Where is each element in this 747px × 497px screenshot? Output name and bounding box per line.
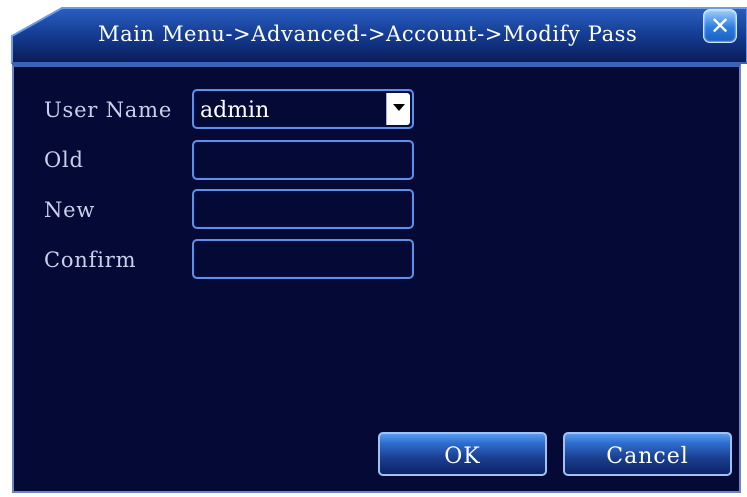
new-password-label: New <box>44 198 96 222</box>
new-password-field[interactable] <box>192 189 414 229</box>
old-password-label: Old <box>44 148 84 172</box>
old-password-field[interactable] <box>192 140 414 180</box>
confirm-password-label: Confirm <box>44 248 137 272</box>
confirm-password-field[interactable] <box>192 239 414 279</box>
user-name-label: User Name <box>44 98 173 122</box>
modify-password-dialog: Main Menu->Advanced->Account->Modify Pas… <box>0 0 747 497</box>
close-icon[interactable]: ✕ <box>703 9 737 43</box>
user-name-value: admin <box>200 98 270 123</box>
ok-button[interactable]: OK <box>378 432 547 476</box>
cancel-button[interactable]: Cancel <box>563 432 732 476</box>
chevron-down-icon[interactable] <box>386 93 410 125</box>
user-name-select[interactable]: admin <box>192 89 414 129</box>
dialog-title: Main Menu->Advanced->Account->Modify Pas… <box>98 22 638 46</box>
